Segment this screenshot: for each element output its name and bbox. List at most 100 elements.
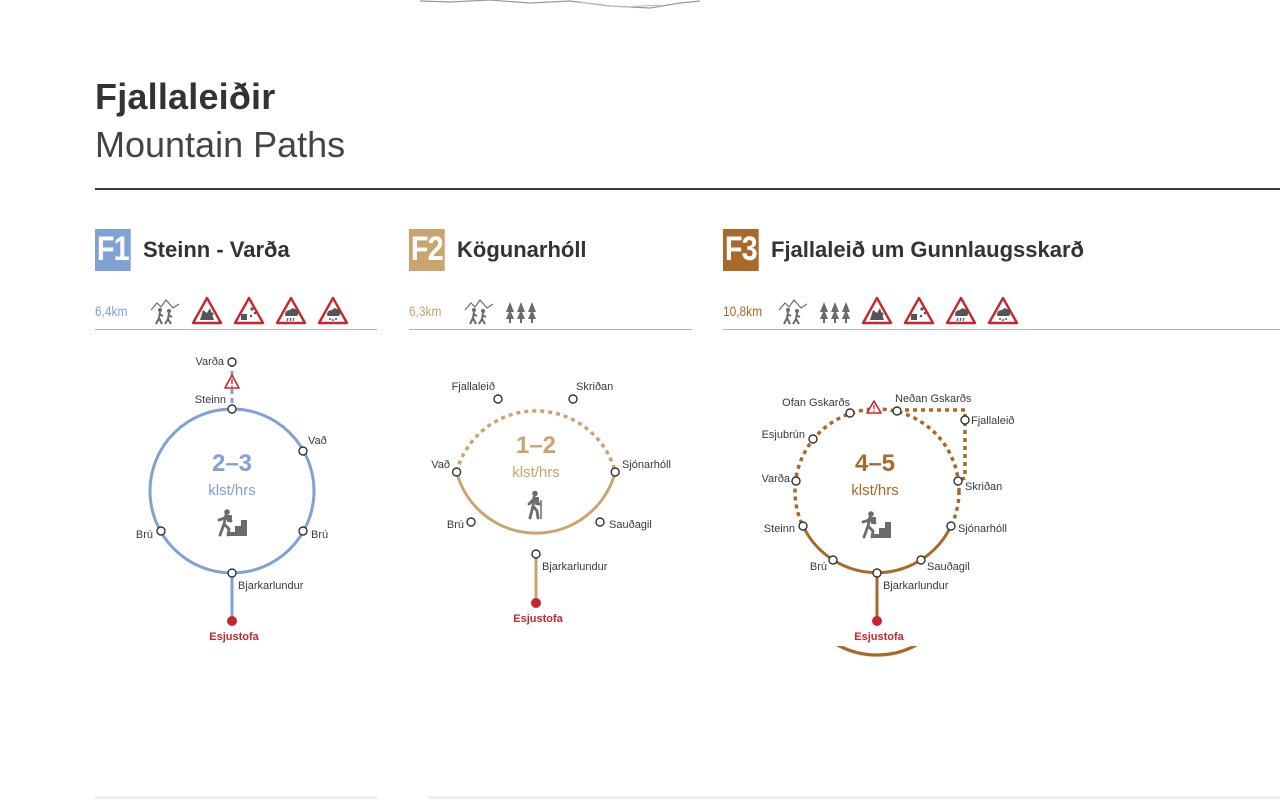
route-badge-f3: F3 — [723, 228, 759, 271]
route-divider-f1 — [95, 329, 377, 330]
stop-marker — [493, 394, 503, 404]
stop-marker — [227, 568, 237, 578]
stop-label: Bjarkarlundur — [883, 580, 949, 592]
stop-label: Ofan Gskarðs — [782, 397, 850, 409]
stop-label: Sjónarhóll — [622, 459, 671, 471]
duration-unit: klst/hrs — [512, 464, 560, 481]
stop-marker — [466, 517, 476, 527]
stop-marker — [156, 526, 166, 536]
stop-label: Vað — [431, 459, 450, 471]
hazard-warning-icon — [866, 400, 882, 414]
start-marker — [531, 598, 541, 608]
route-distance-f2: 6,3km — [409, 303, 442, 319]
stop-marker — [531, 549, 541, 559]
start-label: Esjustofa — [854, 631, 904, 643]
stop-marker — [828, 555, 838, 565]
hikers-icon — [149, 296, 181, 326]
steep-cliff-warning-icon — [191, 296, 223, 326]
stop-label: Brú — [311, 529, 328, 541]
start-marker — [227, 616, 237, 626]
route-map-f2: Fjallaleið Skriðan Vað Sjónarhóll Brú Sa… — [431, 381, 671, 625]
route-divider-f3 — [723, 329, 1280, 330]
stop-marker — [227, 404, 237, 414]
stop-marker — [953, 476, 963, 486]
duration-unit: klst/hrs — [208, 482, 256, 499]
route-f3: F3 Fjallaleið um Gunnlaugsskarð 10,8km — [723, 228, 1280, 646]
climber-icon — [219, 509, 247, 536]
hikers-icon — [463, 296, 495, 326]
stop-marker — [798, 521, 808, 531]
route-f2: F2 Kögunarhóll 6,3km Fjallaleið Skriðan … — [409, 228, 692, 625]
route-distance-f1: 6,4km — [95, 303, 128, 319]
rockfall-warning-icon — [233, 296, 265, 326]
footer-divider — [428, 796, 1280, 799]
stop-label: Brú — [136, 529, 153, 541]
route-name-f1: Steinn - Varða — [143, 236, 290, 262]
climber-icon — [863, 511, 891, 538]
start-marker — [872, 616, 882, 626]
stop-marker — [610, 467, 620, 477]
rain-warning-icon — [945, 296, 977, 326]
route-badge-f1: F1 — [95, 228, 131, 271]
forest-icon — [505, 296, 537, 326]
steep-cliff-warning-icon — [861, 296, 893, 326]
stop-marker — [808, 434, 818, 444]
snow-warning-icon — [987, 296, 1019, 326]
stop-label: Sauðagil — [609, 519, 652, 531]
stop-marker — [568, 394, 578, 404]
stop-label: Varða — [195, 356, 224, 368]
start-label: Esjustofa — [513, 613, 563, 625]
start-label: Esjustofa — [209, 631, 259, 643]
duration-value: 2–3 — [212, 450, 252, 477]
duration-value: 1–2 — [516, 432, 556, 459]
stop-label: Brú — [810, 561, 827, 573]
stop-label: Fjallaleið — [971, 415, 1014, 427]
route-name-f2: Kögunarhóll — [457, 236, 587, 262]
route-divider-f2 — [409, 329, 692, 330]
forest-icon — [819, 296, 851, 326]
rockfall-warning-icon — [903, 296, 935, 326]
route-distance-f3: 10,8km — [723, 303, 763, 319]
mountain-sketch-decoration — [419, 0, 701, 9]
stop-label: Brú — [447, 519, 464, 531]
stop-label: Neðan Gskarðs — [895, 393, 972, 405]
stop-label: Esjubrún — [762, 429, 805, 441]
stop-label: Vað — [308, 435, 327, 447]
stop-label: Steinn — [764, 523, 795, 535]
route-badge-f2: F2 — [409, 228, 445, 271]
footer-divider — [95, 796, 377, 799]
rain-warning-icon — [275, 296, 307, 326]
snow-warning-icon — [317, 296, 349, 326]
stop-marker — [872, 568, 882, 578]
stop-marker — [946, 521, 956, 531]
route-f1: F1 Steinn - Varða 6,4km Varða Steinn Vað… — [95, 228, 377, 643]
stop-marker — [595, 517, 605, 527]
stop-label: Fjallaleið — [452, 381, 495, 393]
stop-marker — [298, 446, 308, 456]
duration-unit: klst/hrs — [851, 482, 899, 499]
hikers-icon — [777, 296, 809, 326]
stop-marker — [892, 406, 902, 416]
stop-marker — [960, 415, 970, 425]
stop-label: Sjónarhóll — [958, 523, 1007, 535]
hiker-icon — [529, 491, 541, 519]
stop-marker — [298, 526, 308, 536]
stop-label: Skriðan — [965, 481, 1002, 493]
route-map-f3-diagram: Ofan Gskarðs Neðan Gskarðs Fjallaleið Es… — [723, 346, 1043, 646]
stop-label: Varða — [761, 473, 790, 485]
stop-marker — [791, 476, 801, 486]
stop-marker — [227, 357, 237, 367]
stop-label: Bjarkarlundur — [238, 580, 304, 592]
hazard-warning-icon — [224, 374, 240, 389]
stop-label: Steinn — [195, 394, 226, 406]
header-divider — [95, 188, 1280, 190]
stop-marker — [845, 408, 855, 418]
route-name-f3: Fjallaleið um Gunnlaugsskarð — [771, 236, 1084, 262]
stop-label: Skriðan — [576, 381, 613, 393]
stop-marker — [451, 467, 462, 477]
stop-marker — [916, 555, 926, 565]
page-subtitle: Mountain Paths — [95, 124, 346, 165]
duration-value: 4–5 — [855, 450, 895, 477]
page-title: Fjallaleiðir — [95, 76, 276, 117]
stop-label: Bjarkarlundur — [542, 561, 608, 573]
